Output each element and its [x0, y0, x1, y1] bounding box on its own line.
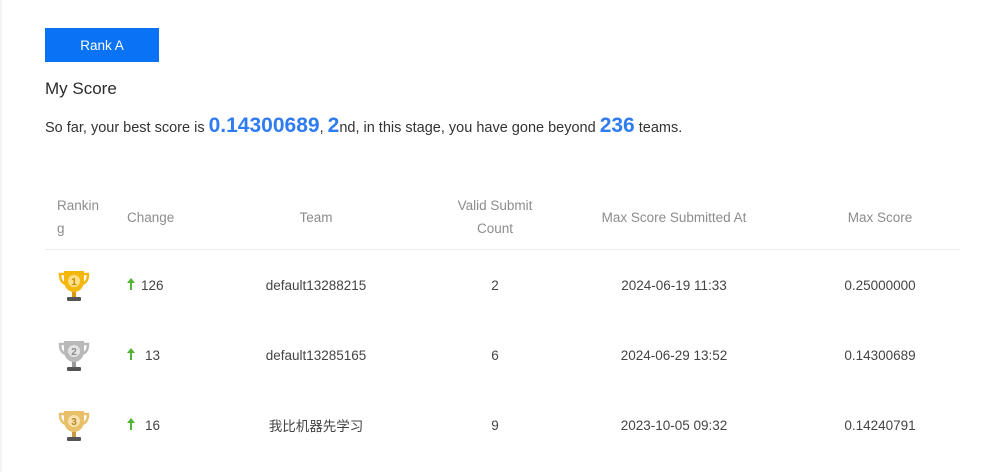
header-count-label: Valid Submit Count [457, 198, 533, 236]
change-cell: 13 [127, 320, 207, 390]
table-row: 3 16 我比机器先学习 9 2023-10-05 09:32 0.142407… [45, 390, 960, 460]
change-cell: 126 [127, 250, 207, 320]
date-cell: 2024-06-29 13:52 [620, 347, 728, 363]
summary-separator: , [319, 120, 328, 136]
change-value: 13 [145, 347, 161, 363]
gold-trophy-icon: 1 [58, 271, 90, 301]
rank-value: 2 [327, 114, 340, 137]
change-value: 126 [141, 277, 164, 293]
teams-beyond-value: 236 [599, 114, 635, 137]
header-change: Change [127, 209, 175, 225]
score-cell: 0.25000000 [844, 277, 916, 293]
silver-trophy-icon: 2 [58, 341, 90, 371]
medal-number: 1 [71, 277, 77, 288]
medal-number: 3 [71, 417, 77, 428]
count-cell: 6 [491, 347, 499, 363]
rank-cell: 2 [57, 320, 105, 390]
summary-suffix: teams. [634, 120, 683, 136]
header-valid-submit-count: Valid Submit Count [445, 185, 545, 249]
bronze-trophy-icon: 3 [58, 411, 90, 441]
arrow-up-icon [127, 417, 135, 433]
change-cell: 16 [127, 390, 207, 460]
score-summary: So far, your best score is 0.14300689, 2… [45, 112, 682, 142]
score-cell: 0.14300689 [844, 347, 916, 363]
arrow-up-icon [127, 277, 135, 293]
count-cell: 9 [491, 417, 499, 433]
arrow-up-icon [127, 347, 135, 363]
header-max-score-submitted-at: Max Score Submitted At [601, 209, 747, 225]
team-cell: default13285165 [265, 347, 367, 363]
date-cell: 2023-10-05 09:32 [620, 417, 728, 433]
count-cell: 2 [491, 277, 499, 293]
date-cell: 2024-06-19 11:33 [621, 277, 727, 293]
best-score-value: 0.14300689 [208, 114, 320, 137]
table-row: 2 13 default13285165 6 2024-06-29 13:52 … [45, 320, 960, 390]
page-title: My Score [45, 79, 117, 98]
team-cell: default13288215 [265, 277, 367, 293]
team-cell: 我比机器先学习 [268, 419, 364, 434]
header-team: Team [299, 209, 333, 225]
left-divider [0, 0, 2, 472]
rank-a-button[interactable]: Rank A [45, 28, 159, 62]
table-row: 1 126 default13288215 2 2024-06-19 11:33… [45, 250, 960, 320]
table-header: Ranking Change Team Valid Submit Count M… [45, 185, 960, 250]
score-cell: 0.14240791 [844, 417, 916, 433]
rank-cell: 3 [57, 390, 105, 460]
header-max-score: Max Score [847, 209, 913, 225]
summary-prefix: So far, your best score is [45, 120, 209, 136]
medal-number: 2 [71, 347, 77, 358]
header-ranking: Ranking [57, 198, 100, 236]
change-value: 16 [145, 417, 161, 433]
rank-suffix: nd, in this stage, you have gone beyond [339, 120, 600, 136]
rank-cell: 1 [57, 250, 105, 320]
leaderboard-table: Ranking Change Team Valid Submit Count M… [45, 185, 960, 460]
